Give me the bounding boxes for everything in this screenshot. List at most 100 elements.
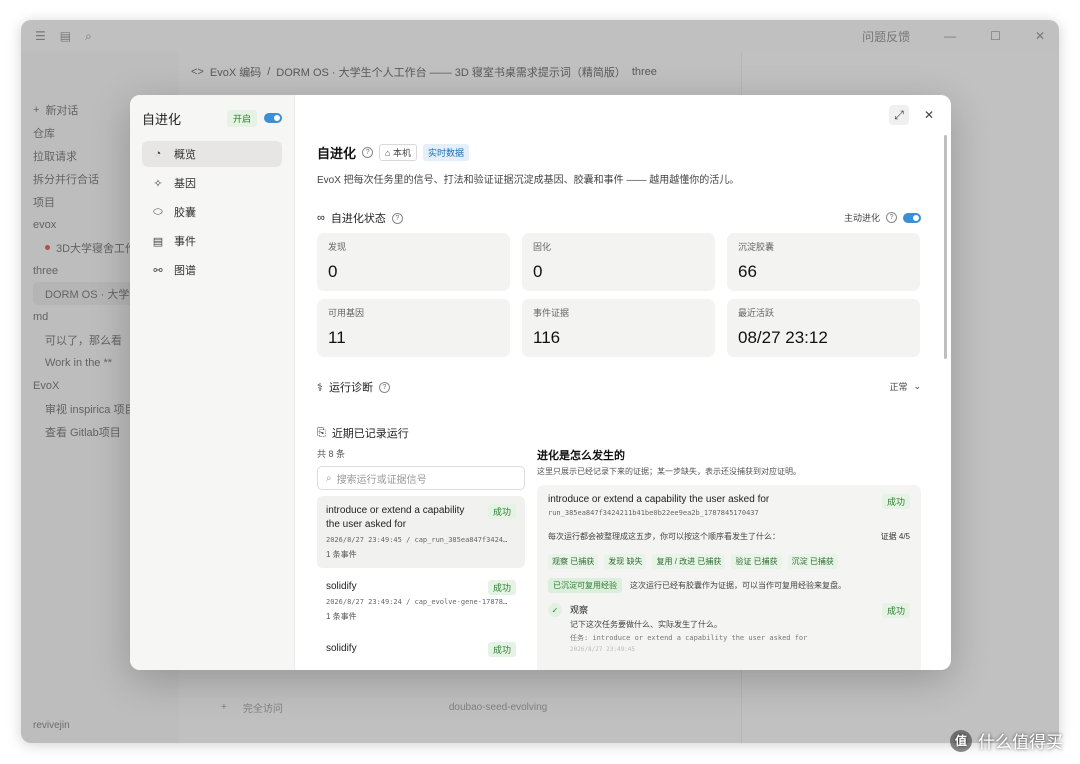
help-icon[interactable]: ? <box>378 381 390 393</box>
status-badge: 成功 <box>487 642 516 657</box>
stat-label: 发现 <box>328 242 347 252</box>
run-item[interactable]: solidify 成功 <box>317 634 525 664</box>
auto-evolve-toggle[interactable] <box>903 212 921 223</box>
enabled-label: 开启 <box>226 109 257 127</box>
nav-graph[interactable]: ⚯ 图谱 <box>142 257 282 283</box>
observe-title: 观察 <box>570 605 589 615</box>
home-icon: ⌂ <box>385 148 391 158</box>
check-icon: ✓ <box>548 603 562 617</box>
gene-icon: ✧ <box>153 177 163 190</box>
runs-title: 近期已记录运行 <box>331 428 409 440</box>
infinity-icon: ∞ <box>317 212 325 224</box>
stage-chip[interactable]: 验证 已捕获 <box>731 554 782 569</box>
nav-genes[interactable]: ✧ 基因 <box>142 170 282 196</box>
expand-icon[interactable]: ⤢ <box>889 105 909 125</box>
watermark-logo: 值 <box>950 729 972 752</box>
explainer-subtitle: 这里只展示已经记录下来的证据；某一步缺失，表示还没捕获到对应证明。 <box>537 467 801 476</box>
runs-list: 共 8 条 ⌕ 搜索运行或证据信号 introduce or extend a … <box>317 447 525 668</box>
capsule-icon: ⬭ <box>153 205 163 218</box>
nav-events[interactable]: ▤ 事件 <box>142 228 282 254</box>
diagnostics-section-header: ⚕ 运行诊断 ? <box>317 379 390 395</box>
status-badge: 成功 <box>881 494 910 509</box>
scrollbar[interactable] <box>944 135 947 359</box>
stage-chip[interactable]: 复用 / 改进 已捕获 <box>652 554 726 569</box>
help-icon[interactable]: ? <box>391 212 403 224</box>
auto-evolve-label: 主动进化 <box>843 213 880 223</box>
diagnostics-state: 正常 <box>889 382 908 392</box>
status-section-title: 自进化状态 <box>330 213 386 225</box>
status-badge: 成功 <box>487 504 516 519</box>
status-section-header: ∞ 自进化状态 ? <box>317 210 403 226</box>
stat-card: 可用基因 11 <box>317 299 510 357</box>
stat-card: 沉淀胶囊 66 <box>727 233 920 291</box>
run-meta: 2026/8/27 23:49:24 / cap_evolve-gene-178… <box>326 598 508 606</box>
stat-value: 66 <box>738 262 757 281</box>
nav-overview[interactable]: ◔ 概览 <box>142 141 282 167</box>
search-icon: ⌕ <box>326 472 332 484</box>
diagnostics-state-dropdown[interactable]: 正常 ⌄ <box>889 380 921 393</box>
nav-capsules[interactable]: ⬭ 胶囊 <box>142 199 282 225</box>
runs-search-input[interactable]: ⌕ 搜索运行或证据信号 <box>317 466 525 490</box>
diagnostics-icon: ⚕ <box>317 381 323 394</box>
nav-label: 事件 <box>174 236 196 248</box>
watermark: 值 什么值得买 <box>950 728 1063 753</box>
observe-task: 任务: introduce or extend a capability the… <box>570 634 808 642</box>
runs-count: 共 8 条 <box>317 449 346 459</box>
modal-sidebar: 自进化 开启 ◔ 概览 ✧ 基因 ⬭ 胶囊 ▤ 事件 ⚯ 图谱 <box>130 95 295 670</box>
stat-label: 事件证据 <box>533 308 570 318</box>
observe-time: 2026/8/27 23:49:45 <box>570 646 636 653</box>
steps-row: 每次运行都会被整理成这五步，你可以按这个顺序看发生了什么： 证据 4/5 <box>548 531 910 542</box>
explainer-title: 进化是怎么发生的 <box>537 450 625 462</box>
stat-card: 事件证据 116 <box>522 299 715 357</box>
nav-label: 概览 <box>174 149 196 161</box>
evolution-toggle[interactable] <box>264 113 282 123</box>
auto-evolve-control: 主动进化 ? <box>844 211 921 224</box>
experience-row: 已沉淀可复用经验 这次运行已经有胶囊作为证据，可以当作可复用经验来复盘。 <box>548 578 910 593</box>
stage-chip[interactable]: 发现 缺失 <box>604 554 647 569</box>
stat-value: 11 <box>328 328 346 347</box>
stage-chip[interactable]: 观察 已捕获 <box>548 554 599 569</box>
chevron-down-icon: ⌄ <box>913 381 921 391</box>
local-chip: ⌂ 本机 <box>379 144 417 161</box>
help-icon[interactable]: ? <box>362 147 374 158</box>
stage-chips: 观察 已捕获 发现 缺失 复用 / 改进 已捕获 验证 已捕获 沉淀 已捕获 <box>548 554 910 569</box>
evidence-count: 证据 4/5 <box>880 532 910 541</box>
stat-label: 最近活跃 <box>738 308 775 318</box>
stat-label: 沉淀胶囊 <box>738 242 775 252</box>
stat-card: 固化 0 <box>522 233 715 291</box>
stat-card: 最近活跃 08/27 23:12 <box>727 299 920 357</box>
status-badge: 成功 <box>881 603 910 618</box>
run-events: 1 条事件 <box>326 612 357 621</box>
run-events: 1 条事件 <box>326 550 357 559</box>
page-header: 自进化 ? ⌂ 本机 实时数据 <box>317 143 469 162</box>
run-id: run_385ea847f3424211b41be0b22ee9ea2b_178… <box>548 509 759 517</box>
stat-value: 0 <box>328 262 338 281</box>
event-icon: ▤ <box>152 235 164 248</box>
runs-icon: ⎘ <box>317 426 326 439</box>
observe-step: ✓ 观察 记下这次任务要做什么、实际发生了什么。 任务: introduce o… <box>548 603 910 653</box>
watermark-text: 什么值得买 <box>978 733 1063 753</box>
steps-hint: 每次运行都会被整理成这五步，你可以按这个顺序看发生了什么： <box>548 532 780 541</box>
live-data-chip: 实时数据 <box>422 144 469 161</box>
modal-sidebar-title: 自进化 <box>142 111 182 127</box>
status-cards: 发现 0 固化 0 沉淀胶囊 66 可用基因 11 事件证据 116 最近活跃 08/27 … <box>317 233 921 357</box>
close-icon[interactable]: ✕ <box>919 105 939 125</box>
run-item[interactable]: introduce or extend a capability the use… <box>317 496 525 568</box>
runs-section-header: ⎘ 近期已记录运行 <box>317 425 409 441</box>
stat-card: 发现 0 <box>317 233 510 291</box>
run-meta: 2026/8/27 23:49:45 / cap_run_385ea847f34… <box>326 536 508 544</box>
evolution-explainer: 进化是怎么发生的 这里只展示已经记录下来的证据；某一步缺失，表示还没捕获到对应证… <box>537 447 921 670</box>
nav-label: 胶囊 <box>174 207 196 219</box>
experience-badge: 已沉淀可复用经验 <box>548 578 622 593</box>
stat-value: 116 <box>533 328 561 347</box>
modal-content: ⤢ ✕ 自进化 ? ⌂ 本机 实时数据 EvoX 把每次任务里的信号、打法和验证… <box>295 95 951 670</box>
stage-chip[interactable]: 沉淀 已捕获 <box>787 554 838 569</box>
help-icon[interactable]: ? <box>886 212 897 223</box>
run-item[interactable]: solidify 成功 2026/8/27 23:49:24 / cap_evo… <box>317 572 525 630</box>
graph-icon: ⚯ <box>153 264 163 277</box>
experience-text: 这次运行已经有胶囊作为证据，可以当作可复用经验来复盘。 <box>630 581 846 590</box>
diagnostics-title: 运行诊断 <box>328 382 373 394</box>
stat-label: 固化 <box>533 242 552 252</box>
detail-title: introduce or extend a capability the use… <box>548 494 770 505</box>
stat-label: 可用基因 <box>328 308 365 318</box>
